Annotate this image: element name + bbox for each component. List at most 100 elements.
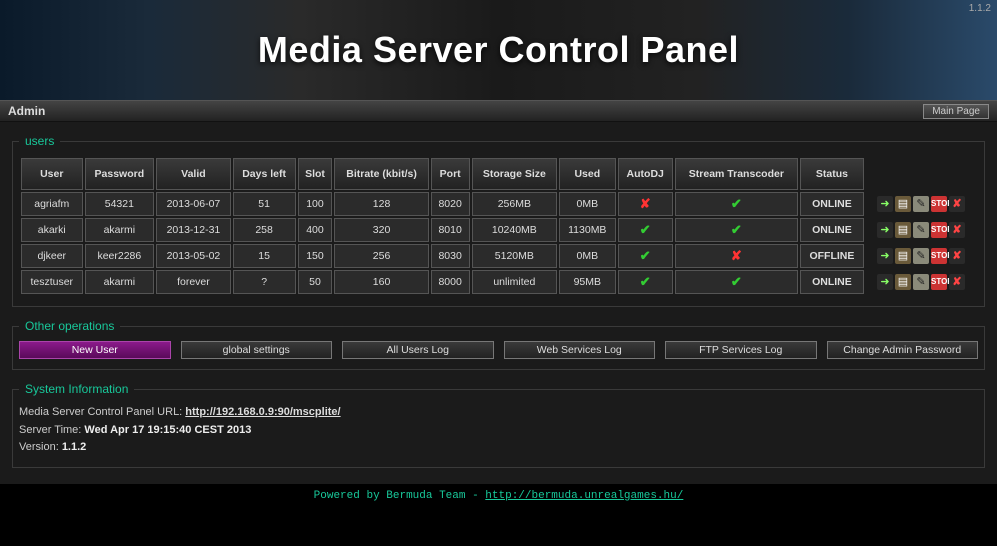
change-admin-password-button[interactable]: Change Admin Password xyxy=(827,341,979,359)
users-legend: users xyxy=(19,134,60,148)
cell-valid: forever xyxy=(156,270,230,294)
cell-storage: 5120MB xyxy=(472,244,557,268)
new-user-button[interactable]: New User xyxy=(19,341,171,359)
cell-slot: 400 xyxy=(298,218,333,242)
view-log-icon[interactable]: ▤ xyxy=(895,222,911,238)
sysinfo-url-label: Media Server Control Panel URL: xyxy=(19,406,185,418)
edit-user-icon[interactable]: ✎ xyxy=(913,248,929,264)
cell-user: tesztuser xyxy=(21,270,83,294)
delete-user-icon[interactable]: ✘ xyxy=(949,274,965,290)
sysinfo-version: 1.1.2 xyxy=(62,441,86,453)
stop-user-icon[interactable]: STOP xyxy=(931,248,947,264)
login-as-icon[interactable]: ➜ xyxy=(877,222,893,238)
check-icon: ✔ xyxy=(731,274,742,289)
cross-icon: ✘ xyxy=(731,248,742,263)
table-row: agriafm543212013-06-07511001288020256MB0… xyxy=(21,192,976,216)
check-icon: ✔ xyxy=(640,248,651,263)
users-col-3: Days left xyxy=(233,158,296,190)
cross-icon: ✘ xyxy=(640,196,651,211)
cell-transcoder: ✘ xyxy=(675,244,798,268)
global-settings-button[interactable]: global settings xyxy=(181,341,333,359)
users-col-6: Port xyxy=(431,158,470,190)
stop-user-icon[interactable]: STOP xyxy=(931,196,947,212)
delete-user-icon[interactable]: ✘ xyxy=(949,248,965,264)
users-col-10: Stream Transcoder xyxy=(675,158,798,190)
cell-user: akarki xyxy=(21,218,83,242)
cell-autodj: ✔ xyxy=(618,218,673,242)
cell-bitrate: 128 xyxy=(334,192,428,216)
cell-slot: 50 xyxy=(298,270,333,294)
page-title: Media Server Control Panel xyxy=(258,29,739,71)
check-icon: ✔ xyxy=(731,222,742,237)
sysinfo-version-label: Version: xyxy=(19,441,62,453)
users-col-2: Valid xyxy=(156,158,230,190)
main-page-button[interactable]: Main Page xyxy=(923,104,989,119)
users-col-5: Bitrate (kbit/s) xyxy=(334,158,428,190)
version-top: 1.1.2 xyxy=(969,3,991,14)
cell-actions: ➜▤✎STOP✘ xyxy=(866,244,976,268)
header-banner: 1.1.2 Media Server Control Panel xyxy=(0,0,997,100)
cell-used: 1130MB xyxy=(559,218,616,242)
ftp-services-log-button[interactable]: FTP Services Log xyxy=(665,341,817,359)
cell-valid: 2013-05-02 xyxy=(156,244,230,268)
stop-user-icon[interactable]: STOP xyxy=(931,222,947,238)
web-services-log-button[interactable]: Web Services Log xyxy=(504,341,656,359)
sysinfo-url-link[interactable]: http://192.168.0.9:90/mscplite/ xyxy=(185,406,340,418)
cell-valid: 2013-12-31 xyxy=(156,218,230,242)
login-as-icon[interactable]: ➜ xyxy=(877,274,893,290)
check-icon: ✔ xyxy=(640,274,651,289)
cell-used: 0MB xyxy=(559,244,616,268)
edit-user-icon[interactable]: ✎ xyxy=(913,222,929,238)
footer-text: Powered by Bermuda Team - xyxy=(314,490,486,502)
cell-status: OFFLINE xyxy=(800,244,864,268)
other-operations-legend: Other operations xyxy=(19,319,120,333)
view-log-icon[interactable]: ▤ xyxy=(895,196,911,212)
cell-storage: unlimited xyxy=(472,270,557,294)
cell-days-left: ? xyxy=(233,270,296,294)
stop-user-icon[interactable]: STOP xyxy=(931,274,947,290)
cell-port: 8030 xyxy=(431,244,470,268)
cell-user: agriafm xyxy=(21,192,83,216)
view-log-icon[interactable]: ▤ xyxy=(895,274,911,290)
users-col-4: Slot xyxy=(298,158,333,190)
cell-autodj: ✘ xyxy=(618,192,673,216)
check-icon: ✔ xyxy=(731,196,742,211)
view-log-icon[interactable]: ▤ xyxy=(895,248,911,264)
users-fieldset: users UserPasswordValidDays leftSlotBitr… xyxy=(12,134,985,307)
login-as-icon[interactable]: ➜ xyxy=(877,196,893,212)
cell-days-left: 51 xyxy=(233,192,296,216)
cell-status: ONLINE xyxy=(800,192,864,216)
cell-actions: ➜▤✎STOP✘ xyxy=(866,192,976,216)
cell-autodj: ✔ xyxy=(618,270,673,294)
cell-days-left: 15 xyxy=(233,244,296,268)
cell-status: ONLINE xyxy=(800,270,864,294)
cell-valid: 2013-06-07 xyxy=(156,192,230,216)
cell-used: 0MB xyxy=(559,192,616,216)
all-users-log-button[interactable]: All Users Log xyxy=(342,341,494,359)
login-as-icon[interactable]: ➜ xyxy=(877,248,893,264)
users-col-8: Used xyxy=(559,158,616,190)
footer: Powered by Bermuda Team - http://bermuda… xyxy=(0,484,997,512)
cell-used: 95MB xyxy=(559,270,616,294)
footer-link[interactable]: http://bermuda.unrealgames.hu/ xyxy=(485,490,683,502)
users-col-7: Storage Size xyxy=(472,158,557,190)
cell-password: akarmi xyxy=(85,270,155,294)
topbar: Admin Main Page xyxy=(0,100,997,122)
delete-user-icon[interactable]: ✘ xyxy=(949,196,965,212)
cell-slot: 100 xyxy=(298,192,333,216)
system-information-fieldset: System Information Media Server Control … xyxy=(12,382,985,468)
cell-actions: ➜▤✎STOP✘ xyxy=(866,270,976,294)
cell-transcoder: ✔ xyxy=(675,270,798,294)
delete-user-icon[interactable]: ✘ xyxy=(949,222,965,238)
users-col-1: Password xyxy=(85,158,155,190)
users-col-0: User xyxy=(21,158,83,190)
edit-user-icon[interactable]: ✎ xyxy=(913,196,929,212)
cell-transcoder: ✔ xyxy=(675,218,798,242)
users-col-actions xyxy=(866,158,976,190)
cell-storage: 256MB xyxy=(472,192,557,216)
edit-user-icon[interactable]: ✎ xyxy=(913,274,929,290)
cell-password: keer2286 xyxy=(85,244,155,268)
cell-status: ONLINE xyxy=(800,218,864,242)
cell-bitrate: 256 xyxy=(334,244,428,268)
cell-bitrate: 320 xyxy=(334,218,428,242)
